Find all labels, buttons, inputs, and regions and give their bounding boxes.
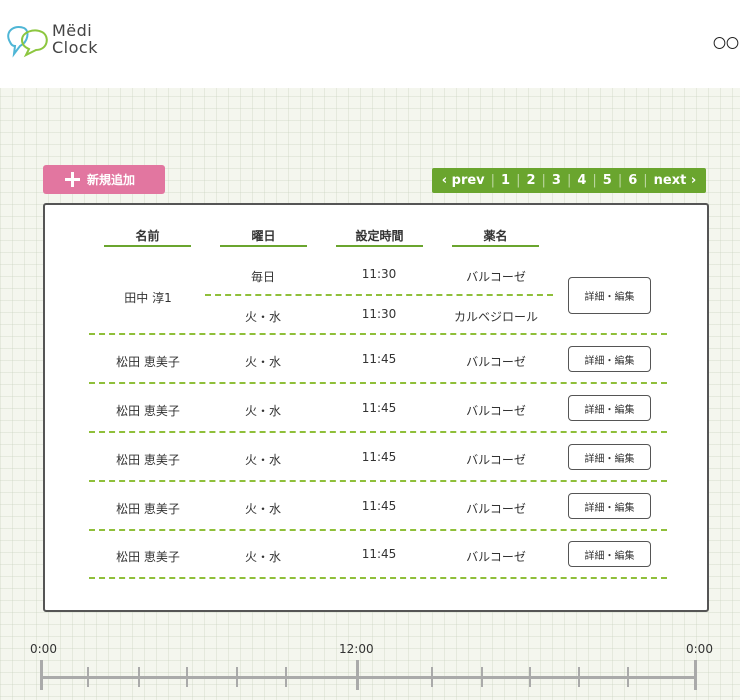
row-time: 11:45: [361, 547, 397, 561]
row-days: 火・水: [244, 502, 281, 516]
row-medicine: バルコーゼ: [466, 453, 526, 467]
pagination: ‹ prev | 1 | 2 | 3 | 4 | 5 | 6 | next ›: [432, 168, 706, 193]
schedule-table: 名前 曜日 設定時間 薬名 田中 淳1 毎日 11:30 バルコーゼ 火・水 1…: [43, 203, 709, 612]
row-divider: [89, 577, 667, 579]
timeline-tick: [578, 667, 580, 687]
next-link[interactable]: next ›: [654, 173, 697, 188]
logo-line2: Clock: [52, 38, 98, 57]
page-link-5[interactable]: 5: [603, 173, 612, 188]
header-medicine: 薬名: [452, 227, 539, 247]
row-time: 11:45: [361, 499, 397, 513]
add-new-label: 新規追加: [87, 173, 136, 187]
header-time: 設定時間: [336, 227, 423, 247]
row-name: 松田 恵美子: [116, 453, 180, 467]
timeline-tick: [481, 667, 483, 687]
timeline-tick: [87, 667, 89, 687]
timeline-tick: [236, 667, 238, 687]
row-time: 11:45: [361, 352, 397, 366]
logo-bubbles-icon: [7, 26, 48, 58]
row-days: 火・水: [244, 404, 281, 418]
row-medicine: カルベジロール: [453, 310, 538, 324]
row-medicine: バルコーゼ: [466, 355, 526, 369]
timeline-tick: [694, 660, 697, 690]
timeline-end-label: 0:00: [686, 642, 713, 656]
row-time: 11:30: [361, 307, 397, 321]
header-user-text: 〇〇で: [712, 37, 740, 52]
detail-edit-button[interactable]: 詳細・編集: [568, 493, 651, 519]
timeline-tick: [431, 667, 433, 687]
logo[interactable]: Mëdi Clock: [4, 20, 114, 60]
timeline-tick: [627, 667, 629, 687]
row-divider: [89, 480, 667, 482]
row-name: 松田 恵美子: [116, 502, 180, 516]
page-link-6[interactable]: 6: [628, 173, 637, 188]
row-days: 火・水: [244, 355, 281, 369]
row-time: 11:30: [361, 267, 397, 281]
detail-edit-button[interactable]: 詳細・編集: [568, 444, 651, 470]
timeline-start-label: 0:00: [30, 642, 57, 656]
row-name: 松田 恵美子: [116, 550, 180, 564]
logo-line1: Mëdi: [52, 21, 93, 40]
timeline-tick: [285, 667, 287, 687]
detail-edit-button[interactable]: 詳細・編集: [568, 395, 651, 421]
row-medicine: バルコーゼ: [466, 404, 526, 418]
row-time: 11:45: [361, 401, 397, 415]
header: Mëdi Clock 〇〇で: [0, 0, 740, 88]
plus-icon: [65, 172, 80, 187]
page-link-1[interactable]: 1: [501, 173, 510, 188]
row-inner-divider: [205, 294, 553, 296]
row-time: 11:45: [361, 450, 397, 464]
detail-edit-button[interactable]: 詳細・編集: [568, 277, 651, 314]
timeline-tick: [40, 660, 43, 690]
row-name: 松田 恵美子: [116, 404, 180, 418]
timeline-tick: [356, 660, 359, 690]
row-days: 火・水: [244, 550, 281, 564]
row-days: 毎日: [250, 270, 275, 284]
row-divider: [89, 333, 667, 335]
add-new-button[interactable]: 新規追加: [43, 165, 165, 194]
row-days: 火・水: [244, 453, 281, 467]
row-medicine: バルコーゼ: [466, 502, 526, 516]
row-medicine: バルコーゼ: [466, 550, 526, 564]
timeline-mid-label: 12:00: [339, 642, 374, 656]
timeline-tick: [138, 667, 140, 687]
header-days: 曜日: [220, 227, 307, 247]
prev-link[interactable]: ‹ prev: [442, 173, 485, 188]
page-link-4[interactable]: 4: [577, 173, 586, 188]
logo-text: Mëdi Clock: [52, 22, 98, 56]
detail-edit-button[interactable]: 詳細・編集: [568, 346, 651, 372]
timeline-tick: [186, 667, 188, 687]
row-name: 松田 恵美子: [116, 355, 180, 369]
page-link-2[interactable]: 2: [526, 173, 535, 188]
row-days: 火・水: [244, 310, 281, 324]
header-name: 名前: [104, 227, 191, 247]
row-divider: [89, 431, 667, 433]
row-divider: [89, 382, 667, 384]
timeline: 0:00 12:00 0:00: [0, 620, 740, 700]
row-medicine: バルコーゼ: [466, 270, 526, 284]
detail-edit-button[interactable]: 詳細・編集: [568, 541, 651, 567]
row-name: 田中 淳1: [124, 291, 172, 305]
row-divider: [89, 529, 667, 531]
page-link-3[interactable]: 3: [552, 173, 561, 188]
timeline-tick: [529, 667, 531, 687]
